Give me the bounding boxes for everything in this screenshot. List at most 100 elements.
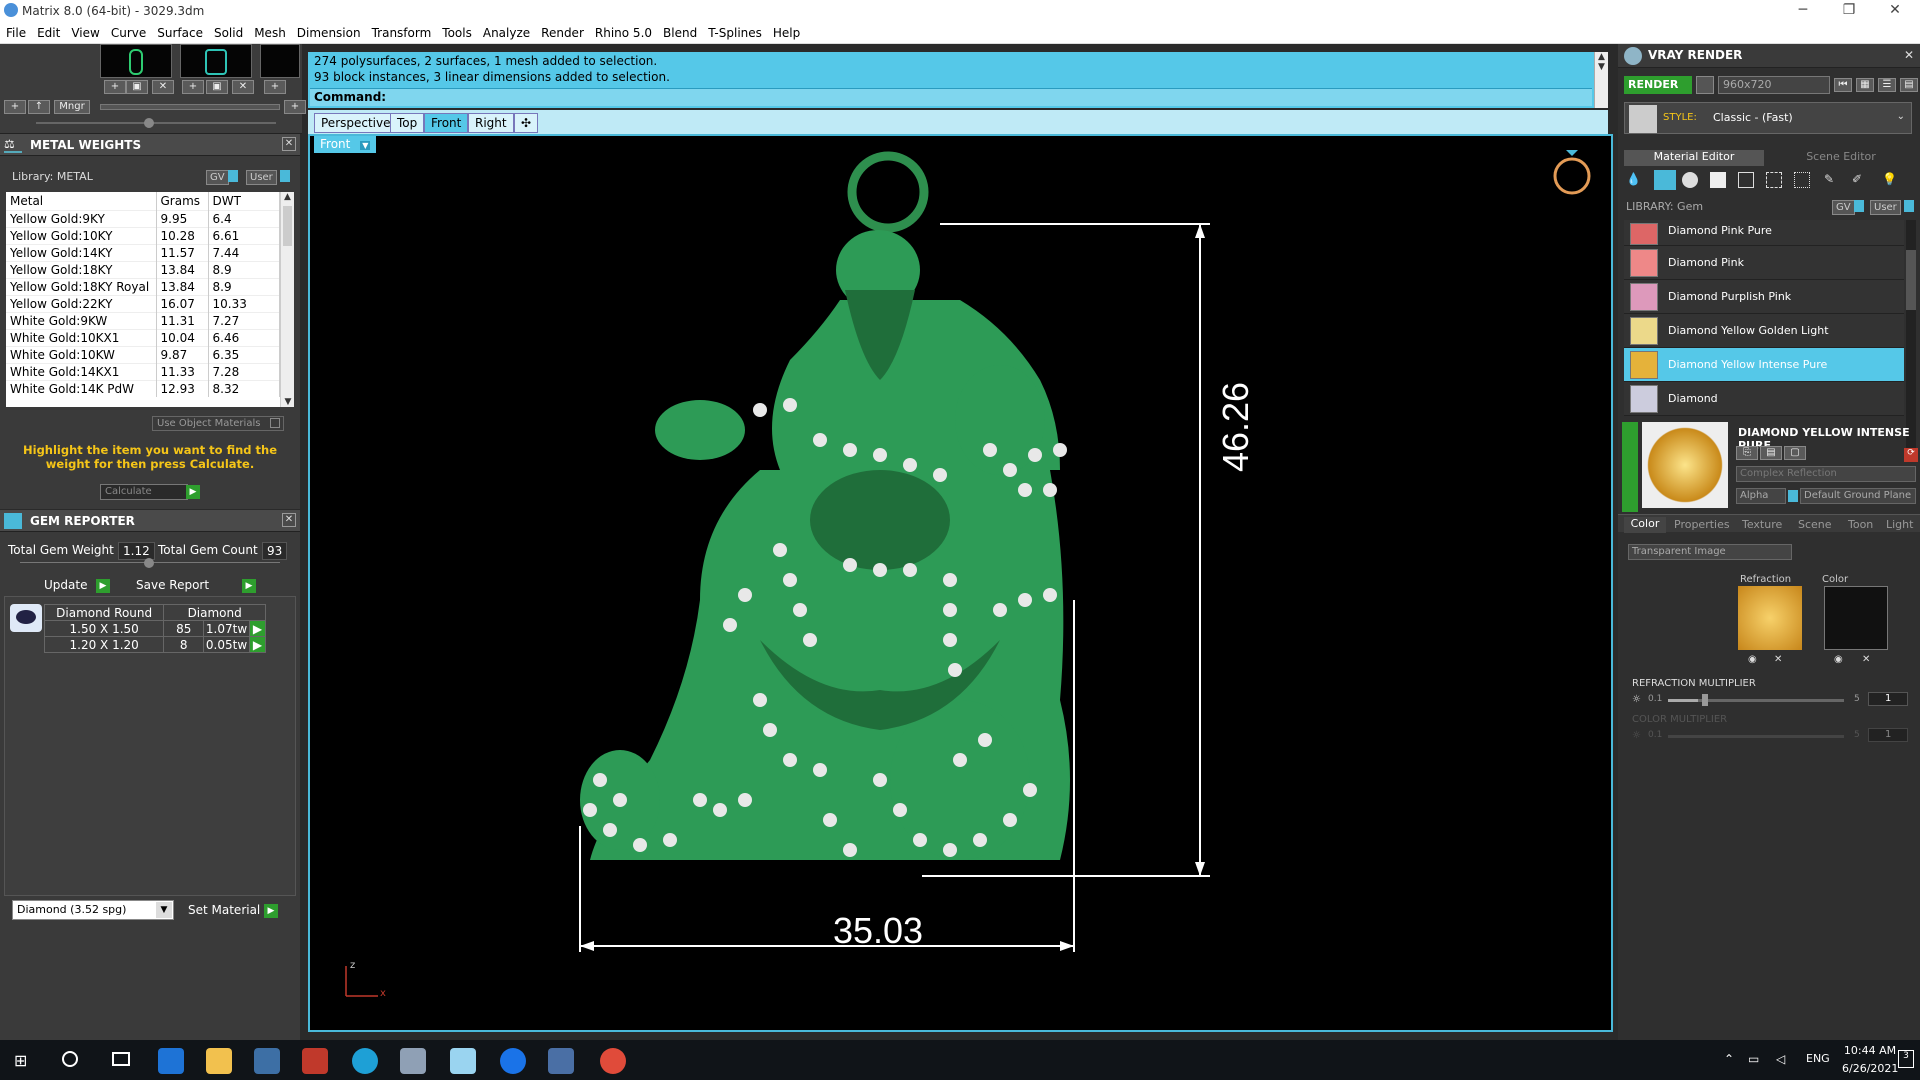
play-icon[interactable]: ▶	[242, 579, 256, 593]
menu-blend[interactable]: Blend	[657, 22, 702, 40]
grid-icon[interactable]: ▤	[1900, 78, 1918, 92]
play-icon[interactable]: ▶	[264, 904, 278, 918]
table-row[interactable]: 1.20 X 1.20 8 0.05tw ▶	[43, 636, 266, 653]
info-icon[interactable]	[1904, 200, 1914, 212]
maximize-button[interactable]: ❐	[1826, 0, 1872, 22]
table-row[interactable]: White Gold:9KW 11.31 7.27	[6, 311, 280, 329]
thumb-delete-icon[interactable]: ✕	[232, 80, 254, 94]
add-icon[interactable]: +	[284, 100, 306, 114]
menu-surface[interactable]: Surface	[151, 22, 208, 40]
play-icon[interactable]: ▶	[249, 636, 266, 653]
search-icon[interactable]	[62, 1051, 78, 1067]
alpha-field[interactable]: Alpha	[1736, 488, 1786, 504]
refraction-value[interactable]: 1	[1868, 692, 1908, 706]
user-toggle[interactable]: User	[246, 170, 277, 185]
tab-scene-editor[interactable]: Scene Editor	[1768, 150, 1914, 166]
preset-thumbnail-1[interactable]	[100, 44, 172, 78]
app-icon[interactable]	[548, 1048, 574, 1074]
checkbox-icon[interactable]	[270, 418, 280, 428]
drop-icon[interactable]: 💧	[1626, 172, 1641, 186]
network-icon[interactable]: ▭	[1748, 1052, 1759, 1066]
app-icon[interactable]	[450, 1048, 476, 1074]
column-header[interactable]: Metal	[6, 192, 157, 210]
gem-tool-icon[interactable]	[1654, 170, 1676, 190]
play-icon[interactable]: ▶	[186, 485, 200, 499]
play-icon[interactable]: ▶	[249, 620, 266, 637]
viewport-label[interactable]: Front ▼	[314, 136, 377, 153]
tab-right[interactable]: Right	[468, 113, 514, 133]
app-icon[interactable]	[400, 1048, 426, 1074]
list-item[interactable]: Diamond Yellow Intense Pure	[1624, 348, 1904, 382]
list-item[interactable]: Diamond Yellow Golden Light	[1624, 314, 1904, 348]
tab-perspective[interactable]: Perspective	[314, 113, 398, 133]
menu-dimension[interactable]: Dimension	[291, 22, 366, 40]
table-row[interactable]: White Gold:14K PdW 12.93 8.32	[6, 379, 280, 397]
info-icon[interactable]	[280, 170, 290, 182]
clear-icon[interactable]: ✕	[1862, 654, 1870, 665]
manager-button[interactable]: Mngr	[54, 100, 90, 114]
list-item[interactable]: Diamond Pink	[1624, 246, 1904, 280]
texture-icon[interactable]	[1738, 172, 1754, 188]
clock-time[interactable]: 10:44 AM	[1842, 1044, 1898, 1057]
style-select[interactable]: STYLE: Classic - (Fast) ⌄	[1624, 102, 1912, 134]
thumb-add-icon[interactable]: +	[104, 80, 126, 94]
add-icon[interactable]: +	[4, 100, 26, 114]
info-icon[interactable]	[228, 170, 238, 182]
play-icon[interactable]: ▶	[96, 579, 110, 593]
info-icon[interactable]	[1854, 200, 1864, 212]
menu-render[interactable]: Render	[535, 22, 589, 40]
color-slider[interactable]	[1668, 735, 1844, 738]
close-icon[interactable]: ✕	[282, 137, 296, 151]
camera-icon[interactable]	[1696, 76, 1714, 94]
windows-start-icon[interactable]: ⊞	[14, 1051, 27, 1070]
light-bulb-icon[interactable]: 💡	[1882, 172, 1897, 186]
thumb-delete-icon[interactable]: ✕	[152, 80, 174, 94]
splitter-handle[interactable]	[144, 558, 154, 568]
tab-material-editor[interactable]: Material Editor	[1624, 150, 1764, 166]
refresh-icon[interactable]: ⟳	[1904, 448, 1918, 462]
menu-analyze[interactable]: Analyze	[477, 22, 535, 40]
sphere-icon[interactable]	[1682, 172, 1698, 188]
chevron-up-icon[interactable]: ⌃	[1724, 1052, 1734, 1066]
render-button[interactable]: RENDER	[1624, 76, 1692, 94]
menu-edit[interactable]: Edit	[31, 22, 65, 40]
close-icon[interactable]: ✕	[1904, 48, 1914, 62]
save-report-button[interactable]: Save Report	[136, 578, 209, 592]
table-row[interactable]: White Gold:14KX1 11.33 7.28	[6, 362, 280, 380]
tab-texture[interactable]: Texture	[1742, 518, 1782, 531]
menu-curve[interactable]: Curve	[105, 22, 151, 40]
new-tab-button[interactable]: ✣	[514, 113, 539, 133]
table-row[interactable]: Yellow Gold:18KY Royal 13.84 8.9	[6, 277, 280, 295]
menu-mesh[interactable]: Mesh	[248, 22, 291, 40]
tab-toon[interactable]: Toon	[1848, 518, 1873, 531]
plane-icon[interactable]	[1710, 172, 1726, 188]
chevron-down-icon[interactable]: ⌄	[1897, 111, 1905, 122]
chevron-down-icon[interactable]: ▼	[156, 902, 172, 918]
use-object-materials-checkbox[interactable]: Use Object Materials	[152, 416, 284, 431]
tab-top[interactable]: Top	[390, 113, 425, 133]
list-item[interactable]: Diamond	[1624, 382, 1904, 416]
app-icon[interactable]	[302, 1048, 328, 1074]
thumb-save-icon[interactable]: ▣	[126, 80, 148, 94]
collapse-handle[interactable]	[1622, 422, 1638, 512]
command-prompt[interactable]: Command:	[310, 88, 1592, 106]
table-row[interactable]: Yellow Gold:18KY 13.84 8.9	[6, 260, 280, 278]
tab-properties[interactable]: Properties	[1674, 518, 1730, 531]
notification-icon[interactable]: 3	[1898, 1050, 1914, 1068]
refraction-swatch[interactable]	[1738, 586, 1802, 650]
close-icon[interactable]: ✕	[282, 513, 296, 527]
menu-tsplines[interactable]: T-Splines	[702, 22, 767, 40]
table-scrollbar[interactable]: ▲ ▼	[280, 192, 294, 407]
material-select[interactable]: Diamond (3.52 spg) ▼	[12, 900, 174, 920]
menu-file[interactable]: File	[0, 22, 31, 40]
export-icon[interactable]: ▢	[1784, 446, 1806, 460]
info-icon[interactable]	[1788, 490, 1798, 502]
rewind-icon[interactable]: ⏮	[1834, 78, 1852, 92]
zalo-icon[interactable]	[500, 1048, 526, 1074]
tab-scene[interactable]: Scene	[1798, 518, 1832, 531]
tab-light[interactable]: Light	[1886, 518, 1913, 531]
splitter-handle[interactable]	[144, 118, 154, 128]
transparency-select[interactable]: Transparent Image	[1628, 544, 1792, 560]
clear-icon[interactable]: ✕	[1774, 654, 1782, 665]
app-icon[interactable]	[352, 1048, 378, 1074]
